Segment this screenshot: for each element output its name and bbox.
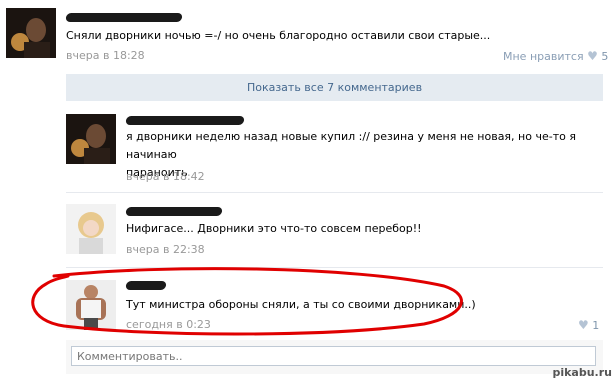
like-button[interactable]: Мне нравится ♥ 5 [503,49,608,63]
like-button[interactable]: ♥ 1 [578,318,599,332]
comment-text-line: я дворники неделю назад новые купил :// … [126,130,576,161]
avatar[interactable] [66,204,116,254]
heart-icon: ♥ [578,318,589,332]
comment-timestamp[interactable]: вчера в 22:38 [126,243,205,256]
highlight-ring [31,267,463,336]
post-text: Сняли дворники ночью =-/ но очень благор… [66,29,491,42]
comment-author-name[interactable] [125,115,245,128]
avatar[interactable] [66,114,116,164]
comment-author-name[interactable] [125,206,223,219]
post-author-name[interactable] [65,12,183,25]
post-timestamp[interactable]: вчера в 18:28 [66,49,145,62]
comment-text: Нифигасе... Дворники это что-то совсем п… [126,222,422,235]
watermark: pikabu.ru [552,366,612,379]
like-count: 1 [592,319,600,332]
divider [66,192,603,193]
heart-icon: ♥ [587,49,598,63]
show-all-comments-button[interactable]: Показать все 7 комментариев [66,74,603,101]
like-count: 5 [601,50,609,63]
like-label: Мне нравится [503,50,584,63]
comment-input[interactable]: Комментировать.. [71,346,596,366]
comment-timestamp[interactable]: вчера в 18:42 [126,170,205,183]
avatar[interactable] [6,8,56,58]
